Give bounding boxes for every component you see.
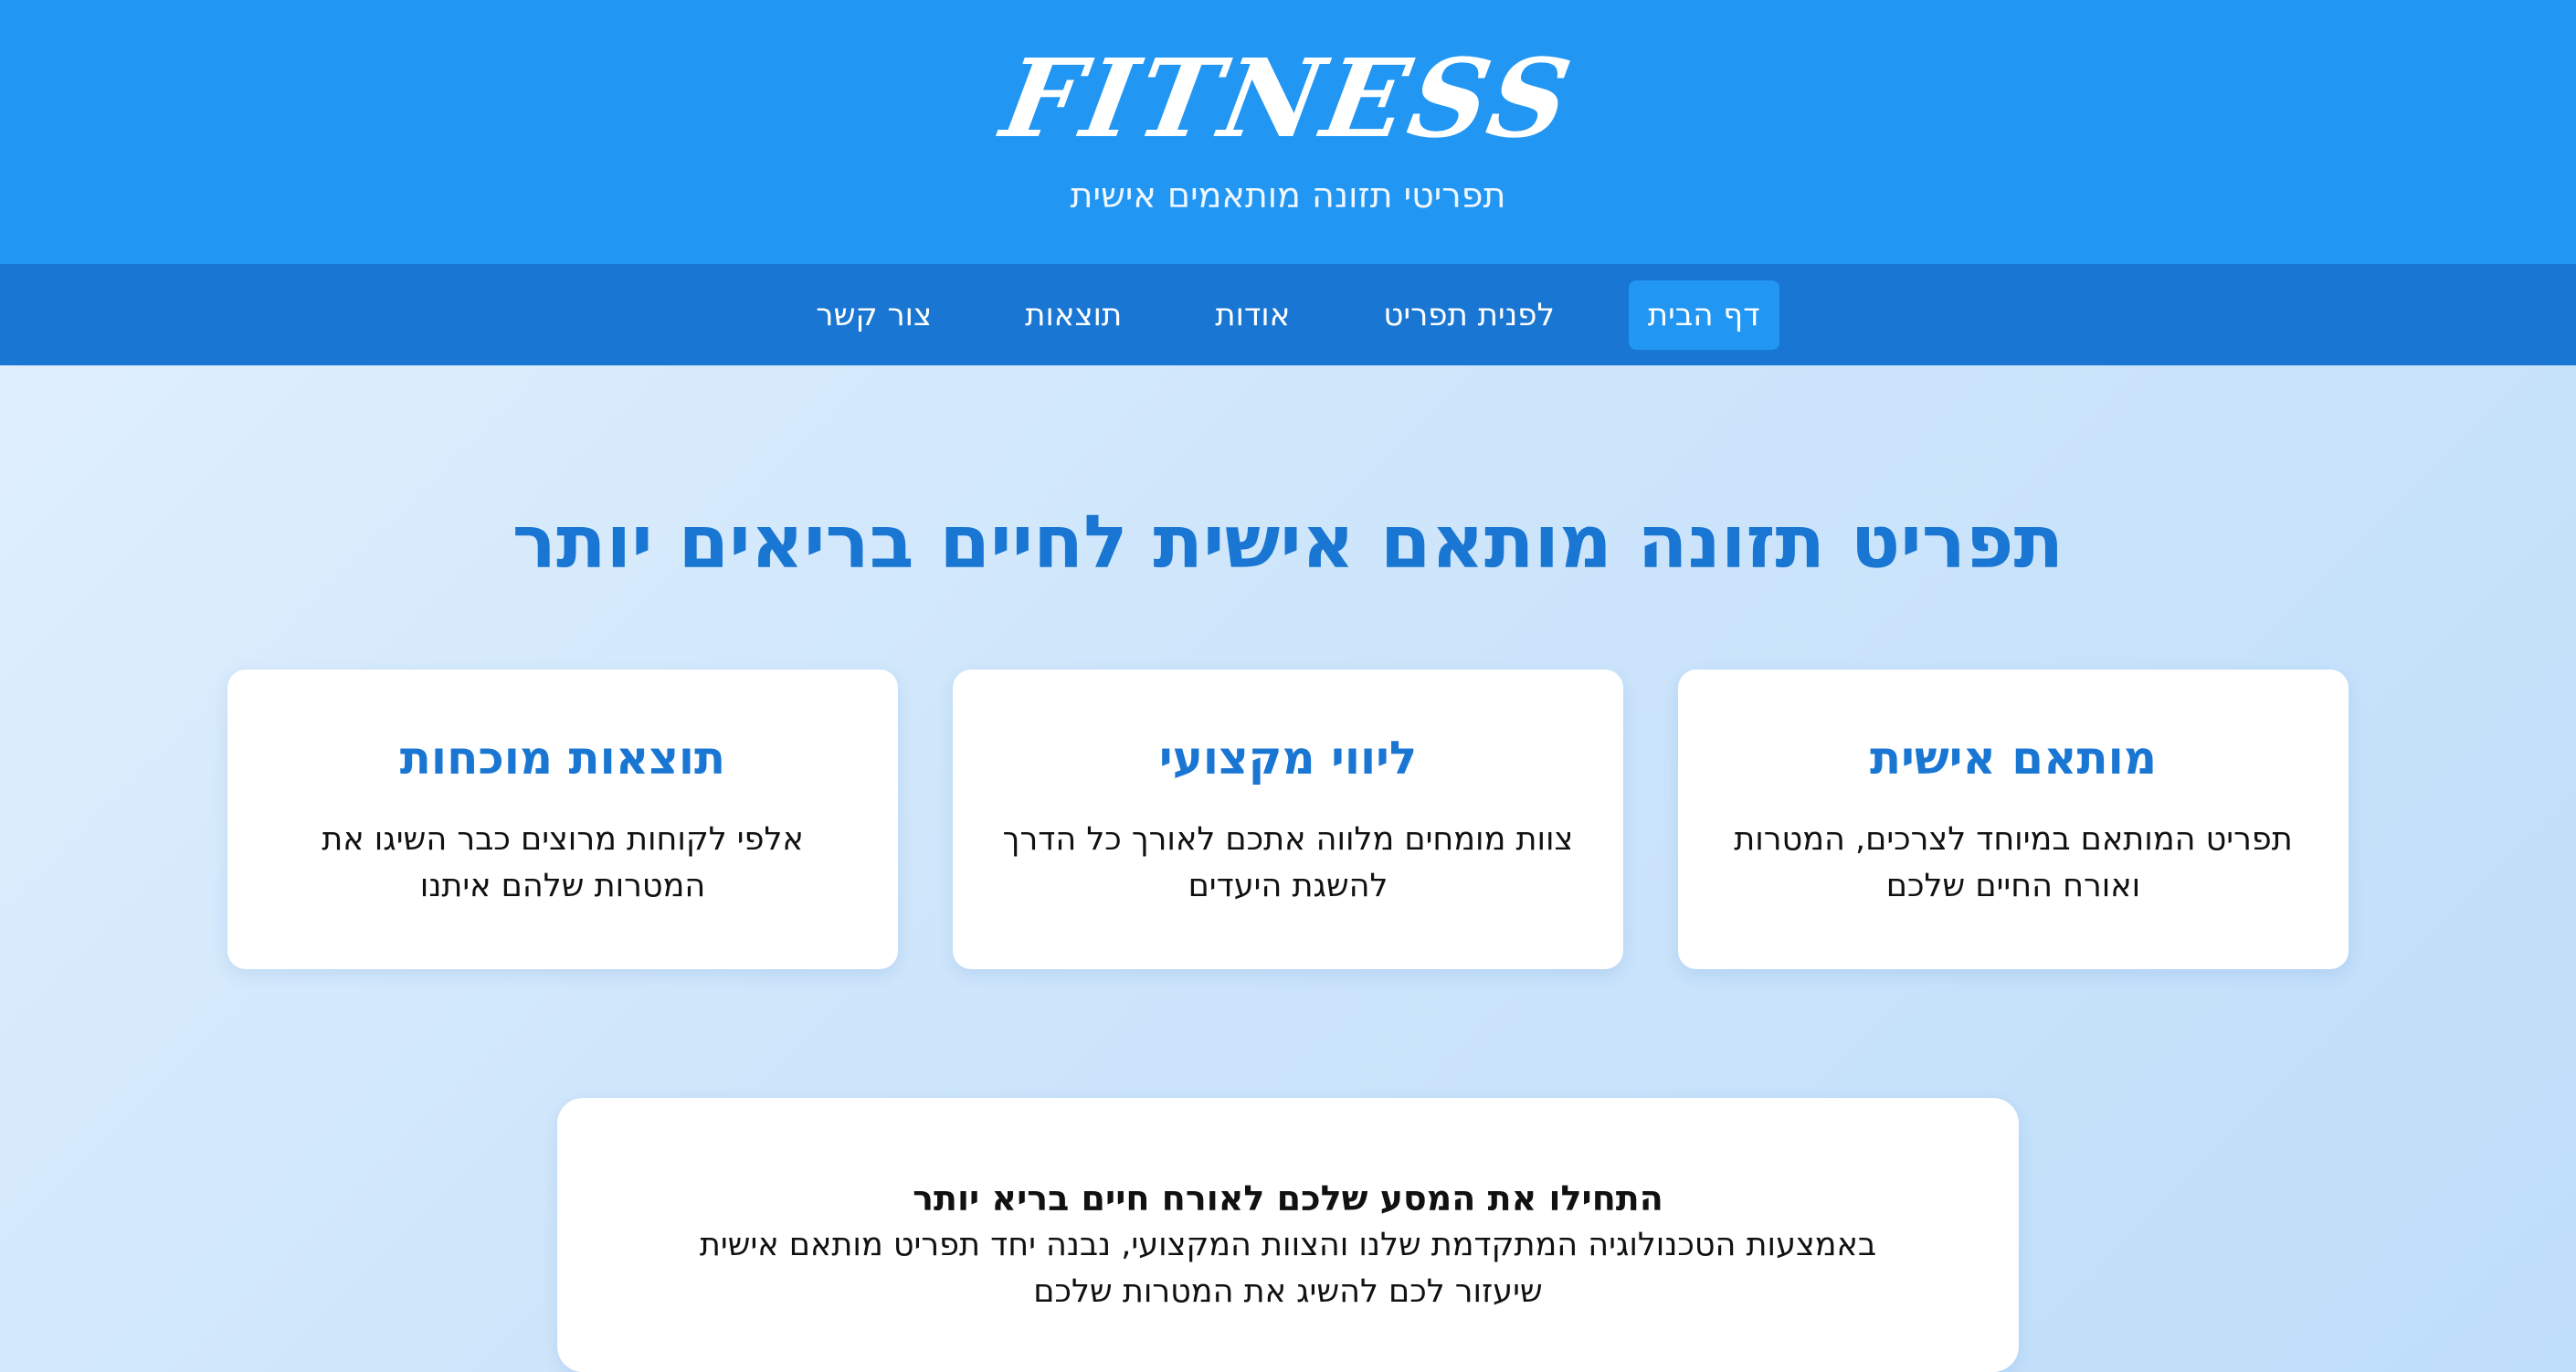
feature-card-professional: ליווי מקצועי צוות מומחים מלווה אתכם לאור…	[953, 670, 1623, 969]
feature-card-title: תוצאות מוכחות	[399, 732, 726, 785]
feature-card-text: תפריט המותאם במיוחד לצרכים, המטרות ואורח…	[1734, 821, 2293, 904]
cta-panel: התחילו את המסע שלכם לאורח חיים בריא יותר…	[557, 1098, 2019, 1372]
site-tagline: תפריטי תזונה מותאמים אישית	[1070, 175, 1506, 216]
main-content: תפריט תזונה מותאם אישית לחיים בריאים יות…	[0, 502, 2576, 1372]
feature-cards: מותאם אישית תפריט המותאם במיוחד לצרכים, …	[0, 670, 2576, 969]
feature-card-text: צוות מומחים מלווה אתכם לאורך כל הדרך להש…	[1002, 821, 1574, 904]
feature-card-text: אלפי לקוחות מרוצים כבר השיגו את המטרות ש…	[322, 821, 804, 904]
feature-card-title: ליווי מקצועי	[1158, 732, 1418, 785]
feature-card-results: תוצאות מוכחות אלפי לקוחות מרוצים כבר השי…	[227, 670, 898, 969]
site-header: FITNESS תפריטי תזונה מותאמים אישית	[0, 0, 2576, 264]
nav-item-contact[interactable]: צור קשר	[797, 280, 951, 350]
site-logo[interactable]: FITNESS	[994, 35, 1583, 162]
hero-title: תפריט תזונה מותאם אישית לחיים בריאים יות…	[512, 500, 2064, 585]
nav-item-results[interactable]: תוצאות	[1006, 280, 1141, 350]
main-nav: דף הבית לפנית תפריט אודות תוצאות צור קשר	[0, 264, 2576, 365]
nav-item-home[interactable]: דף הבית	[1628, 280, 1779, 350]
feature-card-title: מותאם אישית	[1869, 732, 2158, 785]
cta-title: התחילו את המסע שלכם לאורח חיים בריא יותר	[913, 1178, 1663, 1219]
nav-item-menu-request[interactable]: לפנית תפריט	[1364, 280, 1573, 350]
cta-text: באמצעות הטכנולוגיה המתקדמת שלנו והצוות ה…	[699, 1227, 1877, 1310]
nav-item-about[interactable]: אודות	[1196, 280, 1309, 350]
feature-card-personalized: מותאם אישית תפריט המותאם במיוחד לצרכים, …	[1678, 670, 2349, 969]
